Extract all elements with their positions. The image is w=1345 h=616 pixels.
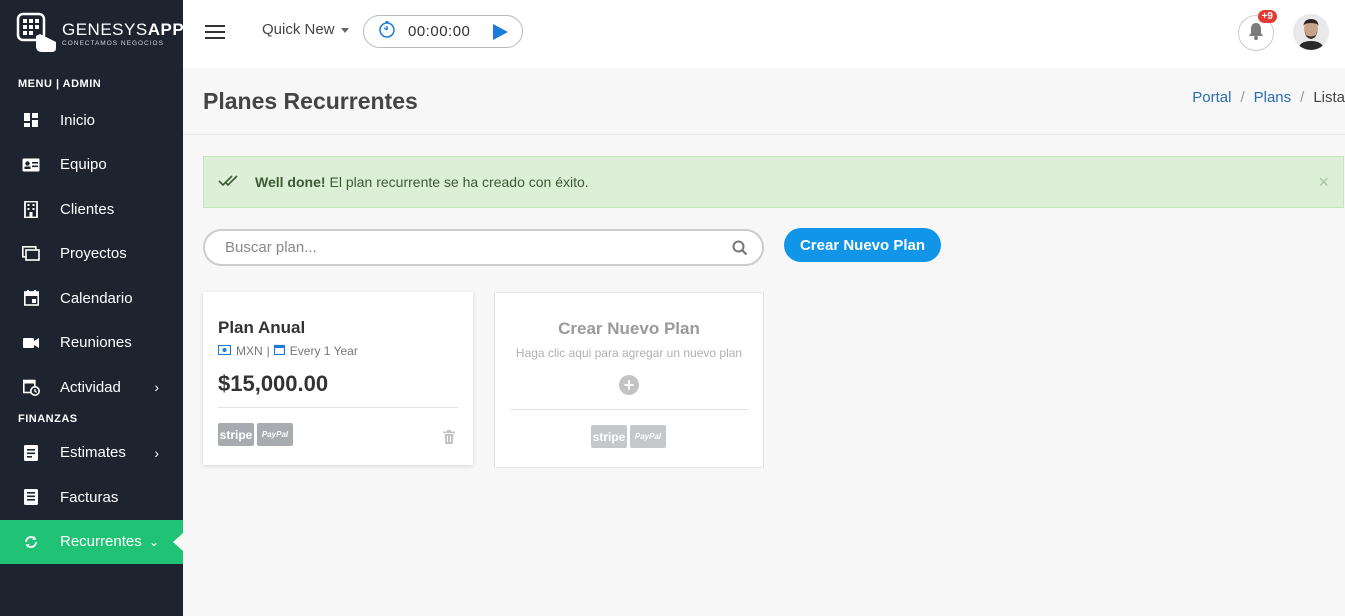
calendar-icon — [22, 289, 40, 307]
stopwatch-icon — [378, 20, 396, 43]
refresh-icon — [22, 533, 40, 551]
logo-subtitle: CONECTAMOS NEGOCIOS — [62, 39, 164, 47]
quick-new-label: Quick New — [262, 21, 335, 38]
add-plan-card[interactable]: Crear Nuevo Plan Haga clic aqui para agr… — [494, 292, 764, 468]
finanzas-section-title: FINANZAS — [18, 412, 78, 425]
breadcrumb-portal[interactable]: Portal — [1192, 89, 1231, 106]
success-alert: Well done! El plan recurrente se ha crea… — [203, 156, 1344, 208]
sidebar-item-equipo[interactable]: Equipo — [0, 143, 183, 188]
sidebar-item-facturas[interactable]: Facturas — [0, 475, 183, 520]
add-plan-subtitle: Haga clic aqui para agregar un nuevo pla… — [515, 346, 743, 360]
video-icon — [22, 334, 40, 352]
topbar: Quick New 00:00:00 +9 — [183, 0, 1345, 68]
paypal-badge: PayPal — [630, 425, 666, 448]
breadcrumb: Portal / Plans / Lista — [1192, 89, 1345, 106]
chevron-down-icon: ⌄ — [148, 534, 159, 549]
folder-icon — [22, 245, 40, 263]
sidebar-item-label: Recurrentes — [60, 533, 142, 551]
alert-strong: Well done! — [255, 174, 326, 190]
close-icon[interactable]: × — [1318, 172, 1329, 193]
play-icon[interactable] — [493, 24, 508, 40]
divider — [510, 409, 748, 410]
app-logo[interactable]: GENESYSAPP CONECTAMOS NEGOCIOS — [0, 0, 185, 68]
building-icon — [22, 200, 40, 218]
invoice-icon — [22, 488, 40, 506]
breadcrumb-separator: / — [1240, 89, 1245, 106]
breadcrumb-plans[interactable]: Plans — [1254, 89, 1292, 106]
stripe-badge: stripe — [218, 423, 254, 446]
sidebar-item-estimates[interactable]: Estimates › — [0, 431, 183, 476]
plan-price: $15,000.00 — [218, 371, 329, 396]
logo-icon — [16, 12, 60, 56]
plan-name: Plan Anual — [218, 318, 306, 337]
caret-down-icon — [340, 27, 349, 33]
divider — [218, 407, 458, 408]
meta-separator: | — [266, 344, 270, 358]
document-icon — [22, 444, 40, 462]
chevron-right-icon: › — [154, 444, 159, 461]
sidebar-item-actividad[interactable]: Actividad › — [0, 365, 183, 410]
payment-gateways: stripe PayPal — [218, 423, 293, 446]
timer-value: 00:00:00 — [408, 23, 471, 40]
id-card-icon — [22, 156, 40, 174]
page-title: Planes Recurrentes — [203, 88, 418, 114]
payment-gateways: stripe PayPal — [591, 425, 666, 448]
plan-card[interactable]: Plan Anual MXN | Every 1 Year $15,000.00… — [203, 292, 473, 465]
sidebar-item-inicio[interactable]: Inicio — [0, 98, 183, 143]
sidebar: GENESYSAPP CONECTAMOS NEGOCIOS MENU | AD… — [0, 0, 185, 616]
menu-section-title: MENU | ADMIN — [18, 78, 102, 90]
sidebar-item-recurrentes[interactable]: Recurrentes ⌄ — [0, 519, 183, 564]
plan-meta: MXN | Every 1 Year — [217, 344, 358, 358]
sidebar-item-label: Clientes — [60, 200, 115, 218]
sidebar-item-label: Estimates — [60, 444, 126, 462]
plus-circle-icon[interactable]: + — [619, 375, 639, 395]
sidebar-item-label: Reuniones — [60, 334, 132, 352]
notifications-badge: +9 — [1257, 10, 1277, 23]
breadcrumb-lista: Lista — [1313, 89, 1345, 106]
user-avatar[interactable] — [1293, 14, 1329, 50]
plan-currency: MXN — [236, 344, 263, 358]
sidebar-item-label: Actividad — [60, 378, 121, 396]
money-icon — [217, 344, 232, 358]
alert-message: El plan recurrente se ha creado con éxit… — [329, 174, 589, 190]
quick-new-dropdown[interactable]: Quick New — [262, 21, 349, 38]
sidebar-item-proyectos[interactable]: Proyectos — [0, 232, 183, 277]
bell-icon — [1248, 22, 1264, 45]
breadcrumb-separator: / — [1300, 89, 1305, 106]
page-header: Planes Recurrentes Portal / Plans / Lista — [183, 68, 1345, 135]
stripe-badge: stripe — [591, 425, 627, 448]
chevron-right-icon: › — [154, 379, 159, 396]
sidebar-item-calendario[interactable]: Calendario — [0, 276, 183, 321]
sidebar-item-label: Inicio — [60, 111, 96, 129]
search-box — [203, 229, 764, 266]
plan-interval: Every 1 Year — [289, 344, 358, 358]
search-icon[interactable] — [732, 240, 748, 261]
timer-widget[interactable]: 00:00:00 — [363, 15, 523, 48]
calendar-icon — [273, 344, 285, 358]
sidebar-item-reuniones[interactable]: Reuniones — [0, 321, 183, 366]
activity-icon — [22, 378, 40, 396]
logo-title: GENESYSAPP — [62, 19, 185, 39]
sidebar-item-label: Proyectos — [60, 245, 127, 263]
double-check-icon — [218, 174, 242, 191]
sidebar-item-label: Calendario — [60, 289, 133, 307]
trash-icon[interactable] — [443, 430, 455, 449]
add-plan-title: Crear Nuevo Plan — [558, 319, 700, 338]
search-input[interactable] — [225, 239, 705, 256]
create-plan-button[interactable]: Crear Nuevo Plan — [784, 228, 941, 262]
sidebar-item-label: Equipo — [60, 156, 107, 174]
sidebar-item-label: Facturas — [60, 488, 119, 506]
dashboard-icon — [22, 111, 40, 129]
sidebar-item-clientes[interactable]: Clientes — [0, 187, 183, 232]
hamburger-menu-icon[interactable] — [205, 25, 225, 43]
notifications-button[interactable]: +9 — [1238, 10, 1277, 51]
paypal-badge: PayPal — [257, 423, 293, 446]
